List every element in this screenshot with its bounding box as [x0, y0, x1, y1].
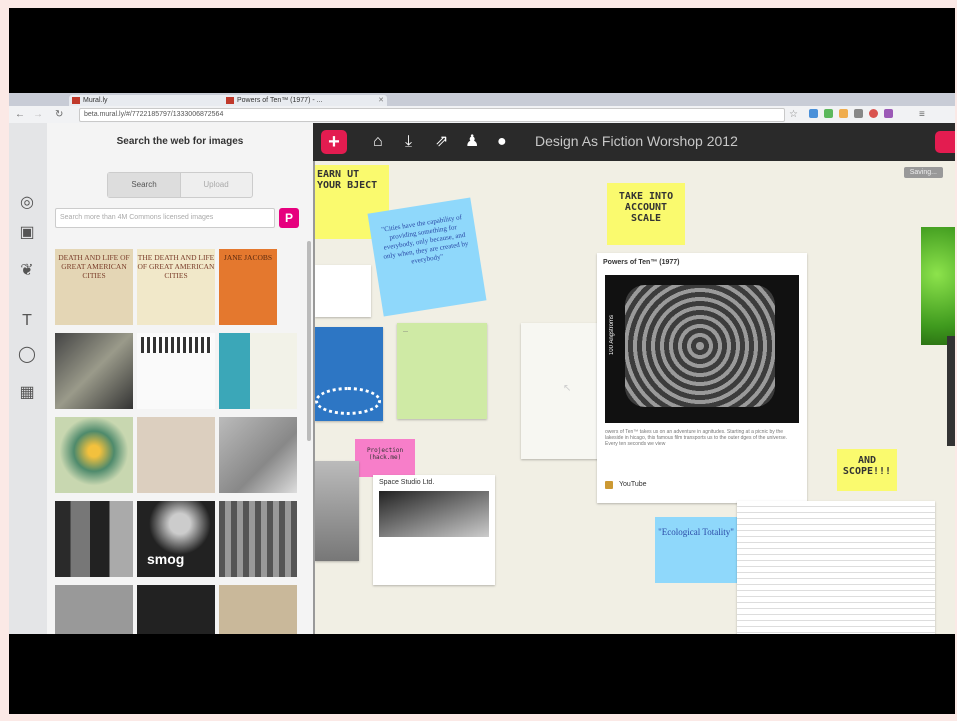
search-button[interactable]: P	[279, 208, 299, 228]
book-cover-text: THE DEATH AND LIFE OF GREAT AMERICAN CIT…	[137, 253, 215, 280]
video-description: owers of Ten™ takes us on an adventure i…	[605, 429, 788, 447]
grid-icon[interactable]: ▦	[17, 383, 37, 403]
sticky-note-scale[interactable]: TAKE INTO ACCOUNT SCALE	[607, 183, 685, 245]
extension-icon[interactable]	[839, 109, 848, 118]
image-result[interactable]	[137, 417, 215, 493]
image-search-input[interactable]: Search more than 4M Commons licensed ima…	[55, 208, 275, 228]
image-result[interactable]: DEATH AND LIFE OF GREAT AMERICAN CITIES	[55, 249, 133, 325]
extension-icon[interactable]	[824, 109, 833, 118]
panel-scrollbar[interactable]	[307, 241, 311, 441]
mural-toolbar: + ⌂ ⤓ ⇗ ♟ ● Design As Fiction Worshop 20…	[313, 123, 955, 161]
saving-indicator: Saving...	[903, 167, 943, 178]
globe-icon[interactable]: ◎	[17, 193, 37, 213]
image-result[interactable]	[219, 417, 297, 493]
video-card-powers-of-ten[interactable]: Powers of Ten™ (1977) 100 Angstroms ower…	[597, 253, 807, 503]
mural-logo-icon[interactable]	[935, 131, 955, 153]
tab-search[interactable]: Search	[108, 173, 181, 197]
add-content-button[interactable]: +	[321, 130, 347, 154]
board-title: Design As Fiction Worshop 2012	[535, 133, 738, 149]
url-field[interactable]: beta.mural.ly/#/7722185797/1333006872564	[79, 108, 785, 122]
image-result[interactable]	[219, 333, 297, 409]
video-overlay-text: 100 Angstroms	[609, 315, 615, 356]
note-card-green[interactable]: —	[397, 323, 487, 419]
image-result[interactable]	[55, 501, 133, 577]
image-result[interactable]	[219, 585, 297, 634]
extension-icon[interactable]	[884, 109, 893, 118]
card-text: —	[403, 329, 408, 335]
text-icon[interactable]: T	[17, 311, 37, 331]
browser-tab-powers-of-ten[interactable]: Powers of Ten™ (1977) - ... ✕	[223, 95, 387, 106]
mural-canvas[interactable]: Saving... EARN UT YOUR BJECT "Cities hav…	[315, 161, 955, 634]
tab-title: Powers of Ten™ (1977) - ...	[237, 97, 323, 104]
sticky-note-cities-quote[interactable]: "Cities have the capability of providing…	[367, 197, 487, 317]
share-icon[interactable]: ⇗	[435, 131, 448, 153]
sticky-note-projection[interactable]: Projection (hack.me)	[355, 439, 415, 477]
extension-icon[interactable]	[854, 109, 863, 118]
search-upload-toggle: Search Upload	[107, 172, 253, 198]
home-icon[interactable]: ⌂	[373, 131, 383, 153]
video-source[interactable]: YouTube	[619, 481, 647, 488]
microscope-image	[625, 285, 775, 407]
bookmark-star-icon[interactable]: ☆	[789, 108, 798, 121]
sticky-note-ecological[interactable]: "Ecological Totality"	[655, 517, 737, 583]
download-icon[interactable]: ⤓	[405, 131, 412, 153]
card-image	[379, 491, 489, 537]
image-card-building[interactable]	[315, 461, 359, 561]
image-result[interactable]	[55, 417, 133, 493]
image-result[interactable]: JANE JACOBS	[219, 249, 277, 325]
book-cover-text: DEATH AND LIFE OF GREAT AMERICAN CITIES	[58, 253, 130, 280]
document-card[interactable]	[737, 501, 935, 634]
youtube-favicon-icon	[226, 97, 234, 104]
panel-title: Search the web for images	[116, 136, 244, 147]
image-result[interactable]	[137, 333, 215, 409]
image-result[interactable]	[219, 501, 297, 577]
image-result[interactable]	[55, 333, 133, 409]
leaf-image[interactable]	[921, 227, 955, 345]
video-title: Powers of Ten™ (1977)	[603, 259, 680, 266]
cursor-icon: ↖	[563, 383, 572, 394]
browser-tab-mural[interactable]: Mural.ly ✕	[69, 95, 233, 106]
browser-tab-bar: Mural.ly ✕ Powers of Ten™ (1977) - ... ✕	[9, 93, 955, 106]
extension-icon[interactable]	[809, 109, 818, 118]
image-result[interactable]: smog	[137, 501, 215, 577]
image-results-grid: DEATH AND LIFE OF GREAT AMERICAN CITIES …	[51, 249, 306, 634]
video-frame: Mural.ly ✕ Powers of Ten™ (1977) - ... ✕…	[9, 8, 955, 714]
settings-icon[interactable]: ●	[497, 131, 507, 153]
tool-rail: ◎ ▣ ❦ T ◯ ▦	[9, 123, 48, 634]
extension-icon[interactable]	[869, 109, 878, 118]
image-result[interactable]: THE DEATH AND LIFE OF GREAT AMERICAN CIT…	[137, 249, 215, 325]
image-card-blue[interactable]	[315, 327, 383, 421]
image-result[interactable]	[137, 585, 215, 634]
card-graphic	[315, 387, 381, 415]
result-caption: smog	[147, 551, 185, 567]
side-panel-handle[interactable]	[947, 336, 955, 446]
tab-upload[interactable]: Upload	[180, 173, 252, 197]
screen: Mural.ly ✕ Powers of Ten™ (1977) - ... ✕…	[9, 93, 955, 634]
youtube-icon	[605, 481, 613, 489]
content-card-space-studio[interactable]: Space Studio Ltd.	[373, 475, 495, 585]
content-card[interactable]	[315, 265, 371, 317]
card-title: Space Studio Ltd.	[379, 479, 435, 486]
image-search-panel: Search the web for images Search Upload …	[47, 123, 315, 634]
forward-arrow-icon[interactable]: →	[33, 108, 43, 121]
video-thumbnail[interactable]: 100 Angstroms	[605, 275, 799, 423]
mural-favicon-icon	[72, 97, 80, 104]
book-cover-text: JANE JACOBS	[223, 253, 273, 262]
reload-icon[interactable]: ↻	[55, 108, 63, 121]
settings-wrench-icon[interactable]: ≡	[919, 108, 925, 121]
close-tab-icon[interactable]: ✕	[378, 95, 384, 106]
tab-title: Mural.ly	[83, 97, 108, 104]
image-icon[interactable]: ▣	[17, 223, 37, 243]
address-bar-row: ← → ↻ beta.mural.ly/#/7722185797/1333006…	[9, 106, 955, 124]
image-result[interactable]	[55, 585, 133, 634]
brain-icon[interactable]: ❦	[17, 261, 37, 281]
shapes-icon[interactable]: ◯	[17, 345, 37, 365]
back-arrow-icon[interactable]: ←	[15, 108, 25, 121]
sticky-note-scope[interactable]: AND SCOPE!!!	[837, 449, 897, 491]
book-cover-pattern	[141, 337, 211, 353]
user-icon[interactable]: ♟	[465, 131, 479, 153]
